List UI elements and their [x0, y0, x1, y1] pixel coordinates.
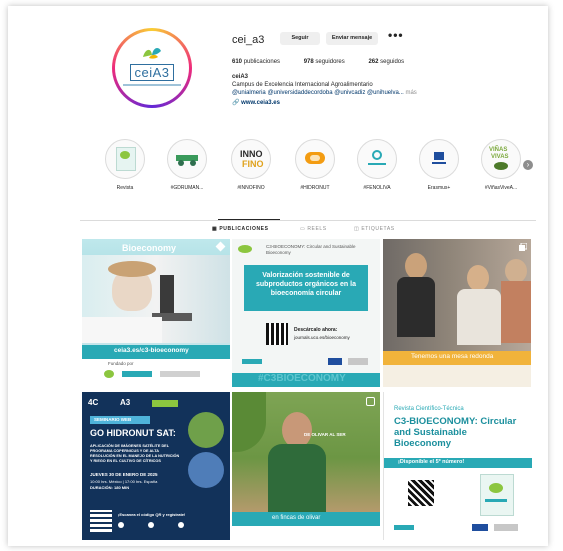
eu-flag-icon: [419, 139, 459, 179]
post-bioeconomy-microscope[interactable]: Bioeconomy ceia3.es/c3-bioeconomy Fundad…: [82, 239, 230, 387]
qr-url: journals.uco.es/bioeconomy: [294, 335, 350, 340]
post-headline: Valorización sostenible de subproductos …: [256, 272, 356, 297]
pin-icon: [215, 241, 226, 252]
reels-icon: ▭: [300, 226, 306, 232]
post-title: C3-BIOECONOMY: Circular and Sustainable …: [394, 416, 517, 449]
post-kicker: Revista Científico-Técnica: [394, 406, 464, 412]
post-go-hidronut-sat[interactable]: 4C A3 SEMINARIO WEB GO HIDRONUT SAT: APL…: [82, 392, 230, 540]
leaf-logo-icon: [238, 245, 252, 253]
post-time: 10:00 hrs. México | 17:00 hrs. España: [90, 479, 158, 484]
leaf-logo-icon: [143, 47, 161, 59]
tab-reels[interactable]: ▭ REELS: [300, 226, 327, 232]
qr-code-icon: [90, 510, 112, 532]
round-table-photo: [383, 239, 531, 351]
grid-icon: ▦: [212, 226, 218, 232]
active-tab-indicator: [218, 219, 280, 220]
partner-logos: 4C A3: [88, 398, 184, 410]
profile-page: ceiA3 cei_a3 Seguir Enviar mensaje ••• 6…: [8, 6, 548, 546]
profile-stats: 610 publicaciones 978 seguidores 262 seg…: [232, 59, 426, 65]
post-caption: Tenemos una mesa redonda: [411, 353, 494, 360]
highlight-fenoliva[interactable]: #FENOLIVA: [354, 139, 400, 191]
highlight-hidronut[interactable]: #HIDRONUT: [292, 139, 338, 191]
highlight-revista[interactable]: Revista: [102, 139, 148, 191]
bio-link-line: 🔗 www.ceia3.es: [232, 99, 280, 106]
post-valorizacion[interactable]: C3-BIOECONOMY: Circular and Sustainable …: [232, 239, 380, 387]
link-icon: 🔗: [232, 100, 240, 106]
tab-etiquetas[interactable]: ◫ ETIQUETAS: [354, 226, 395, 232]
logo-text: ceiA3: [130, 64, 174, 81]
stat-followers[interactable]: 978 seguidores: [304, 59, 345, 65]
hidronut-icon: [295, 139, 335, 179]
post-url: ceia3.es/c3-bioeconomy: [114, 347, 189, 354]
bioeconomy-cover-icon: [105, 139, 145, 179]
post-footer: Fundado por: [108, 361, 134, 366]
highlight-innofino[interactable]: INNO FINO #INNOFINO: [228, 139, 274, 191]
post-fincas-olivar[interactable]: DE OLIVAR AL SER en fincas de olivar: [232, 392, 380, 540]
tabs-divider: [80, 220, 536, 221]
highlight-vinas-vivas[interactable]: VIÑAS VIVAS #ViñasViveA...: [478, 139, 524, 191]
highlight-erasmus[interactable]: Erasmus+: [416, 139, 462, 191]
send-message-button[interactable]: Enviar mensaje: [326, 32, 378, 45]
post-header: C3-BIOECONOMY: Circular and Sustainable …: [266, 244, 356, 255]
post-revista-c3-bioeconomy[interactable]: Revista Científico-Técnica C3-BIOECONOMY…: [383, 392, 532, 540]
qr-code-icon: [266, 323, 288, 345]
bio-tags-line: @unialmeria @universidaddecordoba @univc…: [232, 90, 417, 96]
satellite-photo: [188, 452, 224, 488]
post-overlay-text: DE OLIVAR AL SER: [304, 432, 346, 437]
sponsor-logos: [104, 370, 204, 378]
logo-underline: [123, 84, 181, 86]
bio-name: ceiA3: [232, 74, 249, 80]
bio-more-link[interactable]: más: [405, 90, 416, 96]
journal-cover: [480, 474, 514, 516]
sponsor-logos: [394, 524, 522, 532]
post-description: APLICACIÓN DE IMÁGENES SATÉLITE DEL PROG…: [90, 444, 180, 463]
reel-icon: [366, 397, 375, 406]
carousel-icon: [519, 243, 527, 251]
qr-label: Descárcalo ahora:: [294, 327, 338, 333]
profile-username: cei_a3: [232, 34, 265, 46]
social-icons: [118, 522, 208, 528]
post-duration: DURACIÓN: 180 MIN: [90, 485, 130, 490]
highlight-gdruman[interactable]: #GDRUMAN...: [164, 139, 210, 191]
profile-avatar[interactable]: ceiA3: [112, 28, 192, 108]
tag-icon: ◫: [354, 226, 360, 232]
post-title: Bioeconomy: [122, 243, 177, 253]
highlights-next-chevron-icon[interactable]: ›: [523, 160, 533, 170]
microscope-photo: [82, 255, 230, 343]
post-banner: ¡Disponible el 5º número!: [398, 459, 465, 465]
tab-publicaciones[interactable]: ▦ PUBLICACIONES: [212, 226, 269, 232]
qr-code-icon: [408, 480, 434, 506]
vinas-vivas-icon: VIÑAS VIVAS: [481, 139, 521, 179]
olive-field-photo: [232, 392, 380, 514]
stat-posts[interactable]: 610 publicaciones: [232, 59, 280, 65]
stat-following[interactable]: 262 seguidos: [368, 59, 404, 65]
citrus-photo: [188, 412, 224, 448]
fenoliva-icon: [357, 139, 397, 179]
follow-button[interactable]: Seguir: [280, 32, 320, 45]
post-date: JUEVES 30 DE ENERO DE 2025: [90, 472, 158, 477]
more-options-icon[interactable]: •••: [388, 28, 404, 42]
bio-description: Campus de Excelencia Internacional Agroa…: [232, 82, 373, 88]
post-cta: ¡Escanea el código QR y regístrate!: [118, 512, 186, 517]
bio-tags[interactable]: @unialmeria @universidaddecordoba @univc…: [232, 90, 404, 96]
bio-website-link[interactable]: www.ceia3.es: [241, 100, 280, 106]
innofino-icon: INNO FINO: [231, 139, 271, 179]
post-caption: en fincas de olivar: [272, 515, 321, 521]
post-mesa-redonda[interactable]: Tenemos una mesa redonda: [383, 239, 531, 387]
post-title: GO HIDRONUT SAT:: [90, 428, 176, 438]
sponsor-logos: [242, 357, 370, 367]
tractor-icon: [167, 139, 207, 179]
post-hashtag: #C3BIOECONOMY: [258, 373, 346, 384]
post-badge: SEMINARIO WEB: [94, 417, 132, 422]
